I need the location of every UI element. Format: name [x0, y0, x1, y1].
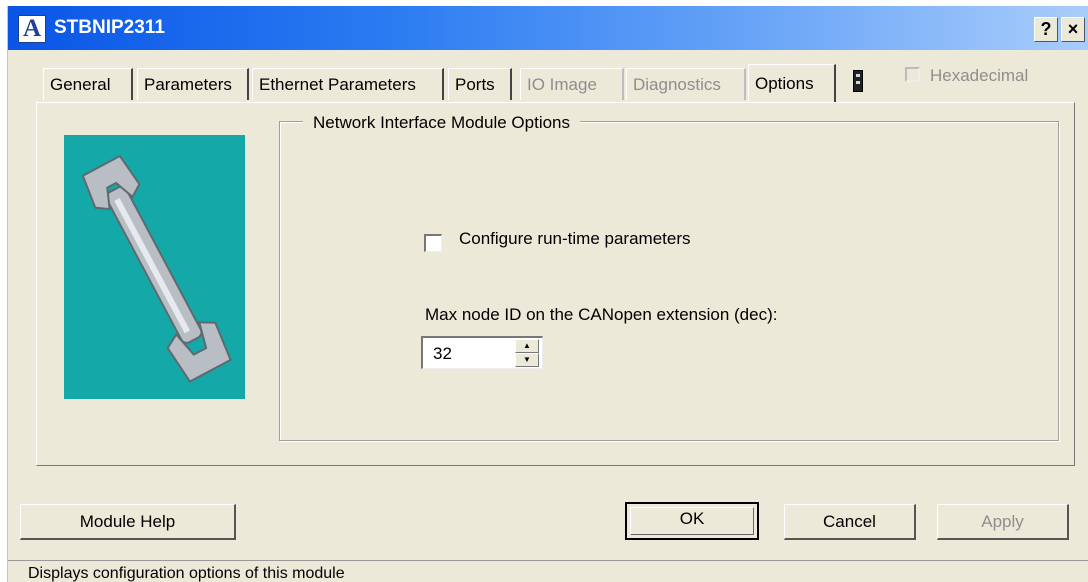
max-node-id-spinbox[interactable]: 32 ▲ ▼ [421, 336, 543, 369]
configure-run-time-label[interactable]: Configure run-time parameters [459, 229, 690, 249]
module-help-button[interactable]: Module Help [20, 504, 236, 540]
network-options-group: Network Interface Module Options [279, 113, 1059, 441]
cancel-button[interactable]: Cancel [784, 504, 916, 540]
tab-diagnostics: Diagnostics [626, 68, 746, 100]
max-node-id-value[interactable]: 32 [433, 344, 452, 364]
tab-general[interactable]: General [43, 68, 133, 100]
spin-up-icon[interactable]: ▲ [515, 339, 539, 353]
wrench-icon [81, 154, 232, 383]
tab-ports[interactable]: Ports [448, 68, 512, 100]
tab-strip: General Parameters Ethernet Parameters P… [8, 50, 1088, 106]
tab-ethernet-parameters[interactable]: Ethernet Parameters [252, 68, 444, 100]
app-icon: A [18, 15, 46, 43]
max-node-id-label: Max node ID on the CANopen extension (de… [425, 305, 778, 324]
tab-parameters[interactable]: Parameters [137, 68, 249, 100]
spin-down-icon[interactable]: ▼ [515, 353, 539, 367]
window-title: STBNIP2311 [54, 17, 165, 38]
tab-io-image: IO Image [520, 68, 624, 100]
group-title: Network Interface Module Options [303, 113, 581, 133]
apply-button: Apply [937, 504, 1069, 540]
tab-options[interactable]: Options [748, 64, 836, 102]
configure-run-time-checkbox[interactable] [424, 234, 442, 252]
ok-button[interactable]: OK [625, 502, 759, 540]
title-bar[interactable]: A STBNIP2311 ? × [8, 6, 1088, 50]
hexadecimal-checkbox [905, 67, 920, 82]
dialog-window: A STBNIP2311 ? × General Parameters Ethe… [7, 6, 1088, 582]
memory-icon[interactable] [853, 70, 863, 92]
close-button[interactable]: × [1061, 17, 1085, 42]
hexadecimal-label: Hexadecimal [930, 66, 1029, 85]
help-button[interactable]: ? [1034, 17, 1058, 42]
wrench-image [64, 135, 245, 399]
status-bar: Displays configuration options of this m… [8, 560, 1088, 582]
